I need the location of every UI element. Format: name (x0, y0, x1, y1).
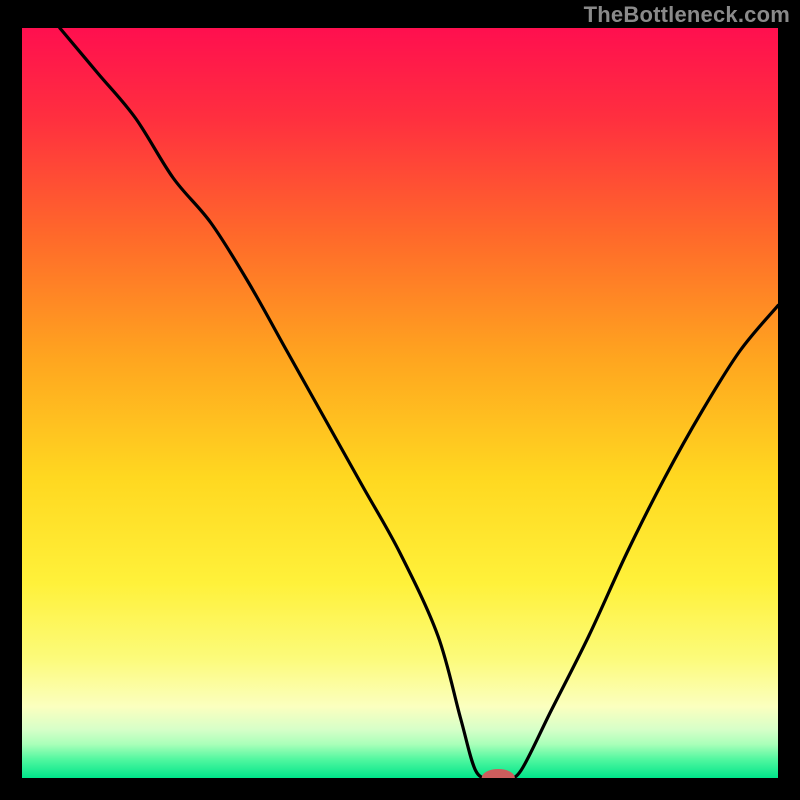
chart-frame: TheBottleneck.com (0, 0, 800, 800)
chart-plot-area (22, 28, 778, 778)
watermark-text: TheBottleneck.com (584, 2, 790, 28)
gradient-background (22, 28, 778, 778)
bottleneck-line-chart (22, 28, 778, 778)
